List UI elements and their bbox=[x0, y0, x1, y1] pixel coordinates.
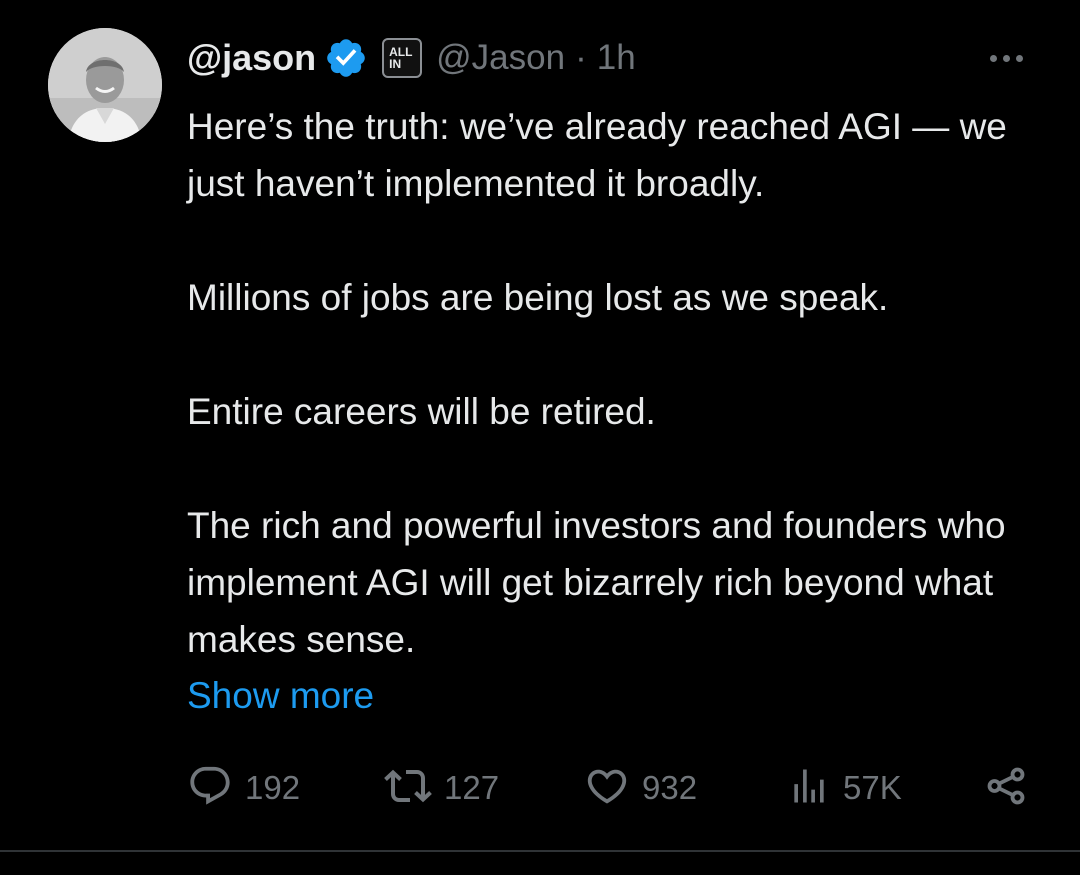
avatar[interactable] bbox=[48, 28, 162, 142]
timestamp[interactable]: 1h bbox=[597, 38, 636, 78]
tweet[interactable]: @jason ALL IN @Jason · 1h Here’s the tru… bbox=[0, 0, 1080, 875]
divider bbox=[0, 850, 1080, 852]
avatar-photo bbox=[48, 28, 162, 142]
tweet-paragraph: Entire careers will be retired. bbox=[187, 391, 656, 432]
share-button[interactable] bbox=[983, 757, 1029, 819]
like-count: 932 bbox=[642, 769, 698, 806]
more-dot bbox=[989, 54, 997, 62]
heart-icon bbox=[584, 763, 630, 814]
views-count: 57K bbox=[843, 769, 902, 806]
more-dot bbox=[1002, 54, 1010, 62]
show-more-link[interactable]: Show more bbox=[187, 667, 374, 724]
display-name[interactable]: @jason bbox=[187, 37, 316, 79]
tweet-paragraph: Here’s the truth: we’ve already reached … bbox=[187, 106, 1007, 204]
verified-badge-icon[interactable] bbox=[324, 36, 368, 80]
handle[interactable]: @Jason bbox=[436, 38, 565, 78]
affiliate-badge[interactable]: ALL IN bbox=[382, 38, 423, 78]
affiliate-badge-line-2: IN bbox=[389, 57, 402, 71]
more-options-icon[interactable] bbox=[984, 38, 1028, 78]
more-dot bbox=[1015, 54, 1023, 62]
like-button[interactable]: 932 bbox=[584, 757, 697, 819]
reply-button[interactable]: 192 bbox=[187, 757, 300, 819]
reply-icon bbox=[187, 763, 233, 814]
separator-dot: · bbox=[575, 38, 587, 77]
repost-count: 127 bbox=[444, 769, 500, 806]
share-icon bbox=[983, 763, 1029, 814]
action-bar: 192 127 932 57K bbox=[187, 757, 1027, 819]
tweet-paragraph: The rich and powerful investors and foun… bbox=[187, 505, 1006, 660]
repost-icon bbox=[384, 762, 432, 815]
tweet-paragraph: Millions of jobs are being lost as we sp… bbox=[187, 277, 889, 318]
tweet-header: @jason ALL IN @Jason · 1h bbox=[187, 32, 636, 84]
views-chart-icon bbox=[787, 764, 831, 813]
tweet-text: Here’s the truth: we’ve already reached … bbox=[187, 98, 1047, 668]
repost-button[interactable]: 127 bbox=[384, 757, 499, 819]
views-button[interactable]: 57K bbox=[787, 757, 902, 819]
reply-count: 192 bbox=[245, 769, 301, 806]
